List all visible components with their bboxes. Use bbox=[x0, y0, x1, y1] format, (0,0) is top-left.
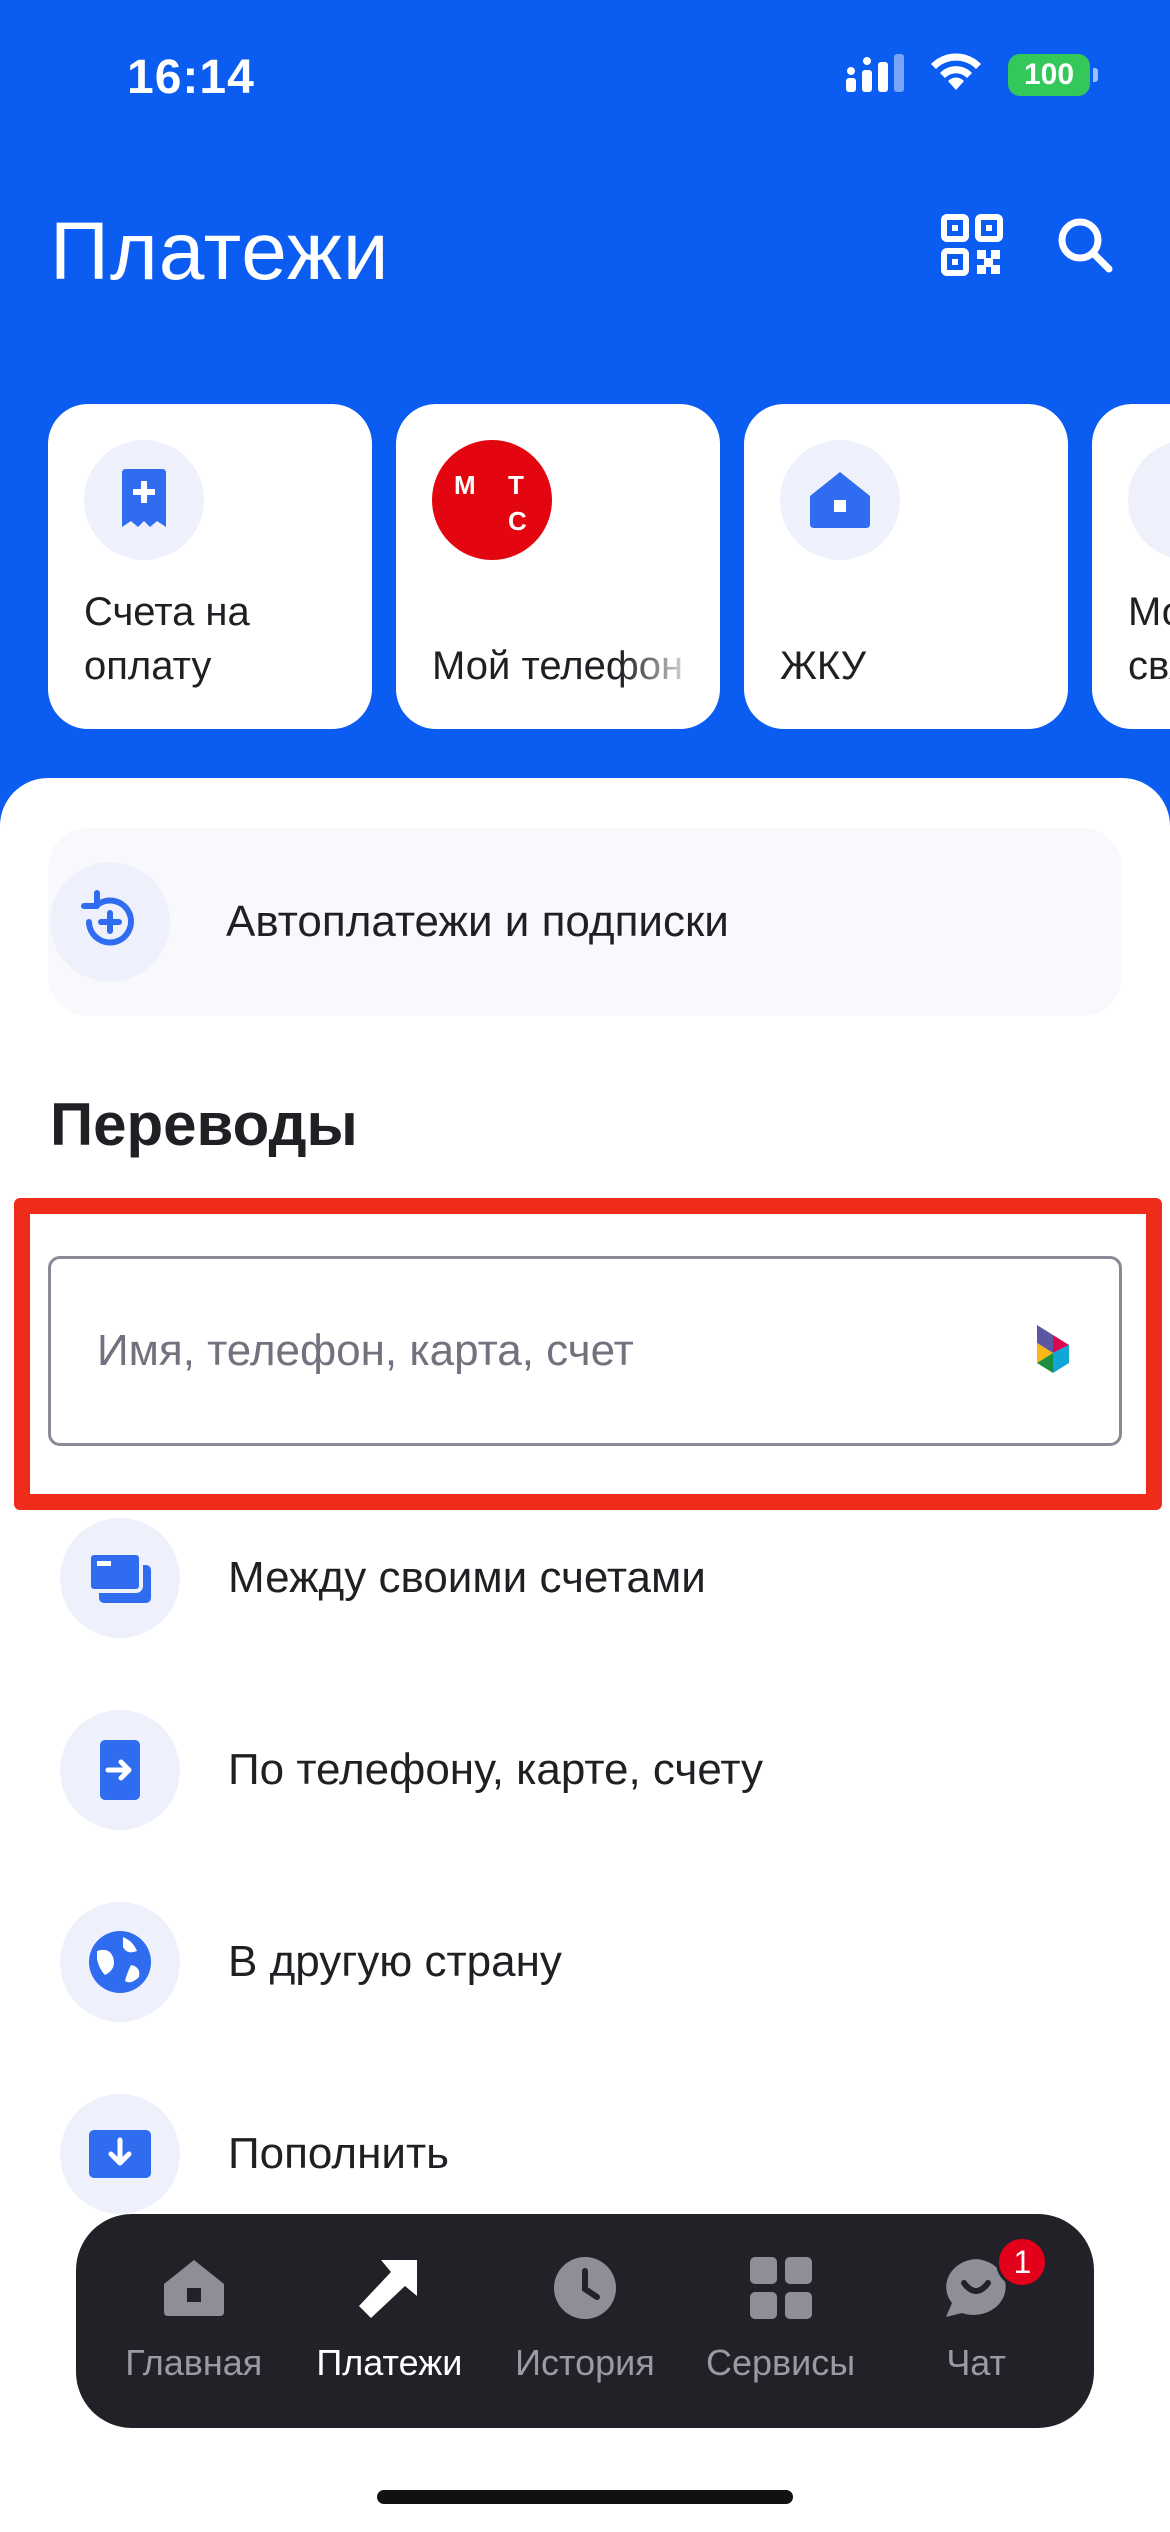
globe-icon bbox=[60, 1902, 180, 2022]
tile-invoices[interactable]: Счета на оплату bbox=[48, 404, 372, 729]
tile-label: ЖКУ bbox=[780, 644, 867, 688]
nav-item-payments[interactable]: Платежи bbox=[292, 2214, 488, 2428]
list-item-label: Между своими счетами bbox=[228, 1553, 706, 1602]
signal-icon bbox=[846, 52, 904, 97]
payments-arrow-icon bbox=[353, 2252, 425, 2324]
nav-item-services[interactable]: Сервисы bbox=[683, 2214, 879, 2428]
nav-item-history[interactable]: История bbox=[487, 2214, 683, 2428]
qr-code-icon bbox=[941, 213, 1003, 281]
list-item-label: По телефону, карте, счету bbox=[228, 1745, 764, 1794]
sbp-icon bbox=[1023, 1319, 1073, 1384]
home-icon bbox=[158, 2252, 230, 2324]
status-icons: 100 bbox=[846, 52, 1098, 97]
wifi-icon bbox=[928, 52, 984, 97]
tile-label: Мобильная связь bbox=[1128, 590, 1170, 688]
nav-label: Чат bbox=[946, 2342, 1007, 2383]
mts-logo: М Т С bbox=[432, 440, 552, 560]
autopay-subscriptions-button[interactable]: Автоплатежи и подписки bbox=[48, 828, 1122, 1016]
list-item-label: Пополнить bbox=[228, 2129, 450, 2178]
quick-payment-tiles: Счета на оплату М Т С Мой телефон ЖКУ Мо… bbox=[48, 404, 1170, 729]
list-item-label: В другую страну bbox=[228, 1937, 562, 1986]
tile-my-phone[interactable]: М Т С Мой телефон bbox=[396, 404, 720, 729]
phone-icon bbox=[1128, 440, 1170, 560]
transfers-title: Переводы bbox=[50, 1091, 358, 1158]
transfer-search-input[interactable] bbox=[97, 1326, 1023, 1376]
list-item-top-up[interactable]: Пополнить bbox=[60, 2094, 1120, 2214]
status-time: 16:14 bbox=[127, 51, 255, 104]
list-item-abroad[interactable]: В другую страну bbox=[60, 1902, 1120, 2022]
tile-utilities[interactable]: ЖКУ bbox=[744, 404, 1068, 729]
transfer-search-field[interactable] bbox=[48, 1256, 1122, 1446]
tile-mobile[interactable]: Мобильная связь bbox=[1092, 404, 1170, 729]
tile-label: Счета на оплату bbox=[84, 590, 250, 688]
page-title: Платежи bbox=[50, 206, 390, 297]
autopay-icon bbox=[50, 862, 170, 982]
receipt-icon bbox=[84, 440, 204, 560]
top-up-icon bbox=[60, 2094, 180, 2214]
cards-icon bbox=[60, 1518, 180, 1638]
battery-indicator: 100 bbox=[1008, 53, 1098, 96]
qr-scan-button[interactable] bbox=[937, 212, 1007, 282]
nav-label: Главная bbox=[125, 2342, 263, 2383]
nav-item-home[interactable]: Главная bbox=[96, 2214, 292, 2428]
nav-label: История bbox=[515, 2342, 655, 2383]
search-button[interactable] bbox=[1050, 212, 1120, 282]
bottom-navigation: Главная Платежи История Сервисы 1 Чат bbox=[76, 2214, 1094, 2428]
tile-label: Мой телефон bbox=[432, 639, 700, 693]
transfer-out-icon bbox=[60, 1710, 180, 1830]
search-icon bbox=[1055, 215, 1115, 280]
home-indicator[interactable] bbox=[377, 2490, 793, 2504]
autopay-label: Автоплатежи и подписки bbox=[226, 897, 729, 946]
nav-label: Платежи bbox=[316, 2342, 463, 2383]
list-item-by-phone-card[interactable]: По телефону, карте, счету bbox=[60, 1710, 1120, 1830]
clock-icon bbox=[549, 2252, 621, 2324]
list-item-between-accounts[interactable]: Между своими счетами bbox=[60, 1518, 1120, 1638]
nav-label: Сервисы bbox=[706, 2342, 856, 2383]
chat-badge: 1 bbox=[996, 2236, 1049, 2288]
grid-icon bbox=[745, 2252, 817, 2324]
nav-item-chat[interactable]: 1 Чат bbox=[878, 2214, 1074, 2428]
house-icon bbox=[780, 440, 900, 560]
